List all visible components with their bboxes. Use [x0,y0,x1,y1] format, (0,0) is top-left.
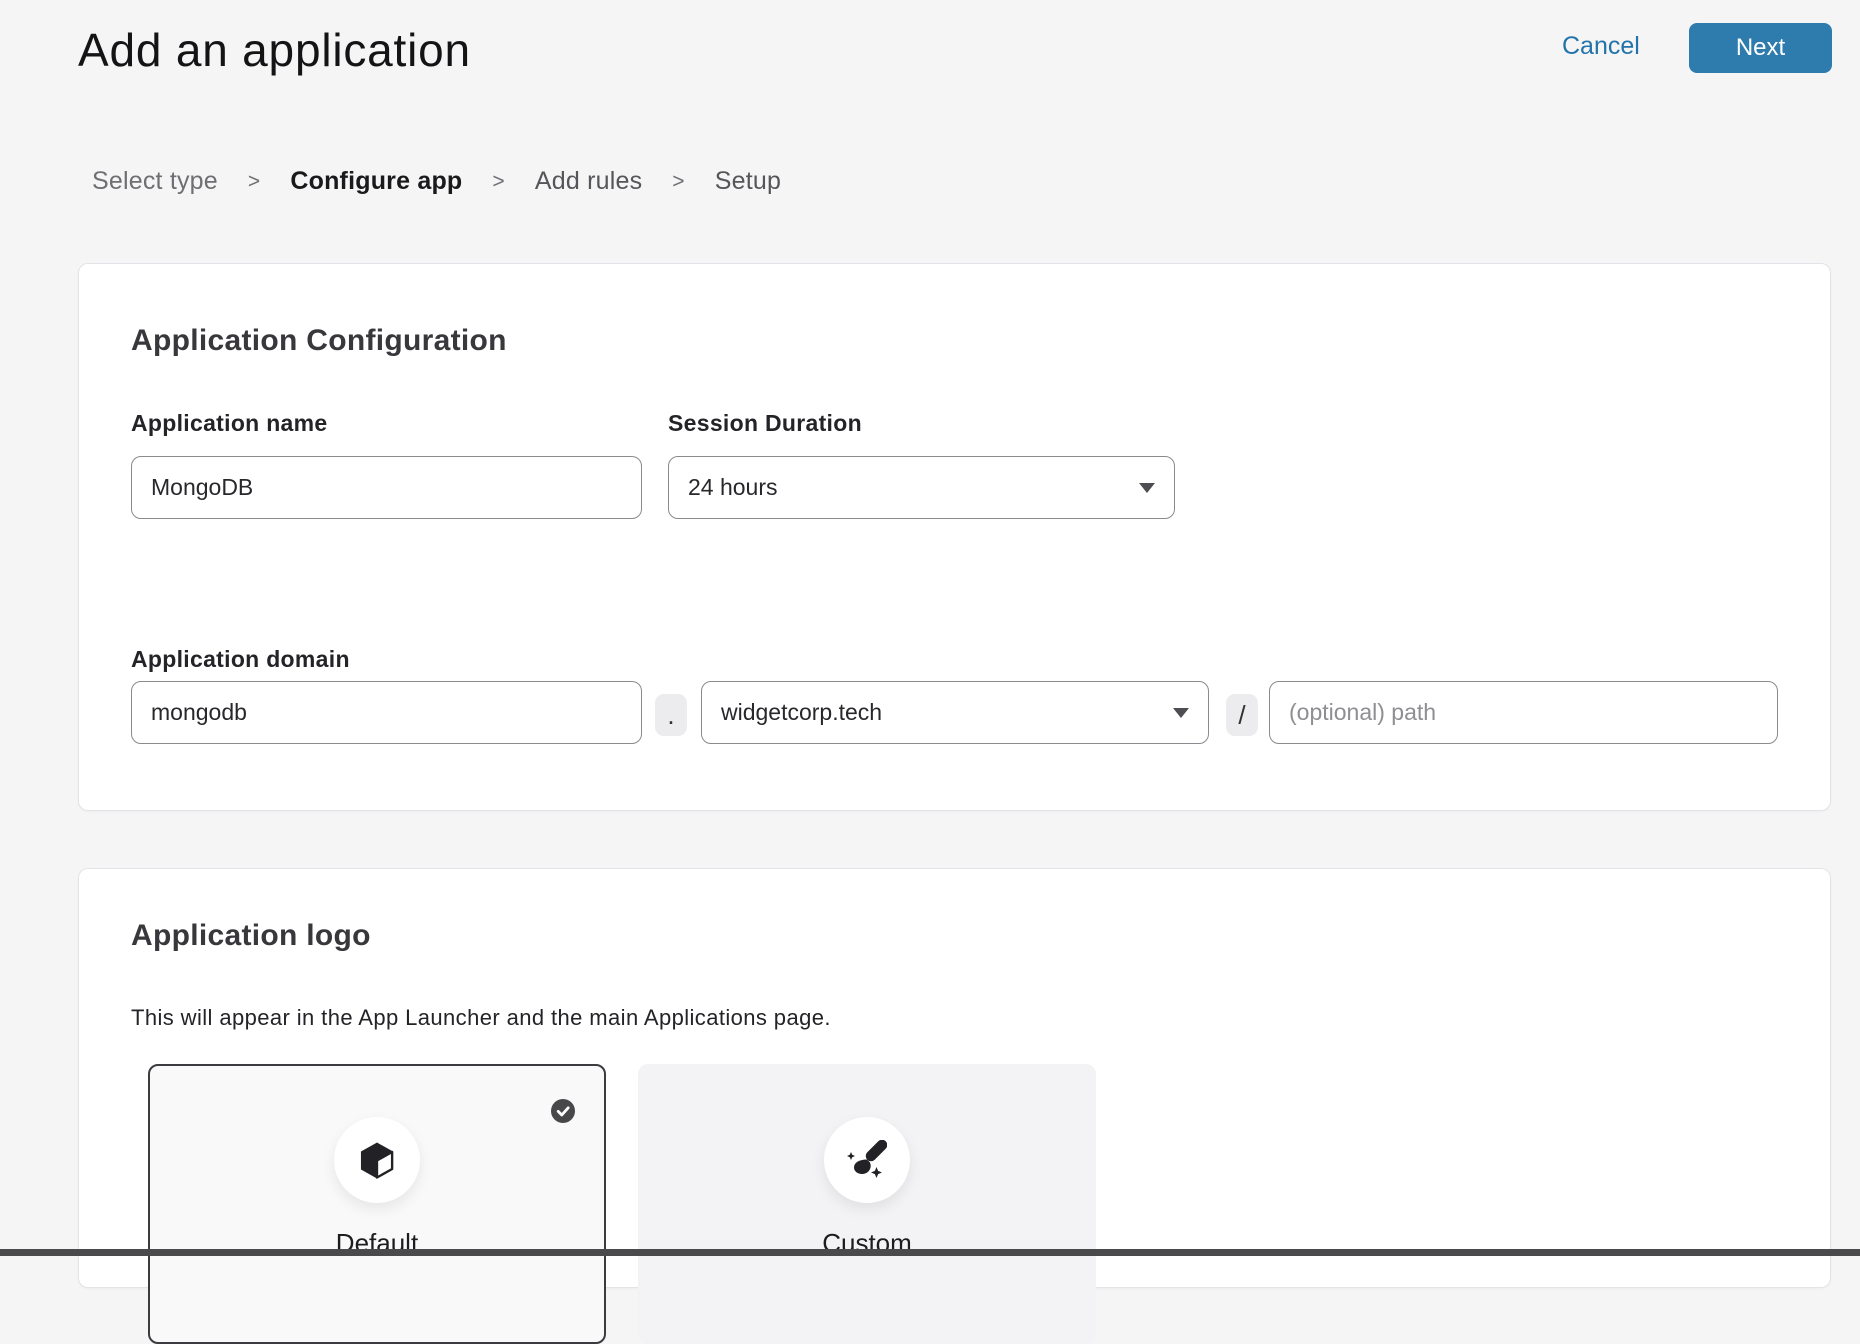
step-separator: > [492,170,504,194]
step-select-type[interactable]: Select type [92,167,218,196]
next-button[interactable]: Next [1689,23,1832,73]
session-duration-label: Session Duration [668,410,862,437]
step-configure-app[interactable]: Configure app [290,167,462,196]
bottom-window-edge [0,1249,1860,1256]
step-setup[interactable]: Setup [715,167,781,196]
wizard-steps: Select type > Configure app > Add rules … [92,167,781,196]
check-icon [551,1099,575,1123]
cancel-button[interactable]: Cancel [1562,32,1640,61]
application-configuration-card: Application Configuration Application na… [78,263,1831,811]
step-separator: > [672,170,684,194]
application-logo-card: Application logo This will appear in the… [78,868,1831,1288]
custom-logo-circle [824,1117,910,1203]
application-domain-label: Application domain [131,646,350,673]
chevron-down-icon [1173,708,1189,718]
step-add-rules[interactable]: Add rules [535,167,642,196]
path-input[interactable] [1269,681,1778,744]
domain-value: widgetcorp.tech [721,699,882,726]
step-separator: > [248,170,260,194]
domain-dot-separator: . [655,694,687,736]
config-card-title: Application Configuration [131,324,507,358]
page-title: Add an application [78,23,471,77]
session-duration-select[interactable]: 24 hours [668,456,1175,519]
application-name-label: Application name [131,410,328,437]
paintbrush-icon [847,1140,887,1180]
chevron-down-icon [1139,483,1155,493]
subdomain-input[interactable] [131,681,642,744]
default-logo-circle [334,1117,420,1203]
logo-card-description: This will appear in the App Launcher and… [131,1005,831,1031]
logo-option-custom[interactable]: Custom [638,1064,1096,1344]
logo-option-default[interactable]: Default [148,1064,606,1344]
session-duration-value: 24 hours [688,474,778,501]
cube-icon [360,1141,394,1180]
logo-card-title: Application logo [131,919,371,953]
application-name-input[interactable] [131,456,642,519]
domain-select[interactable]: widgetcorp.tech [701,681,1209,744]
logo-options: Default Custom [148,1064,1096,1344]
domain-path-separator: / [1226,694,1258,736]
